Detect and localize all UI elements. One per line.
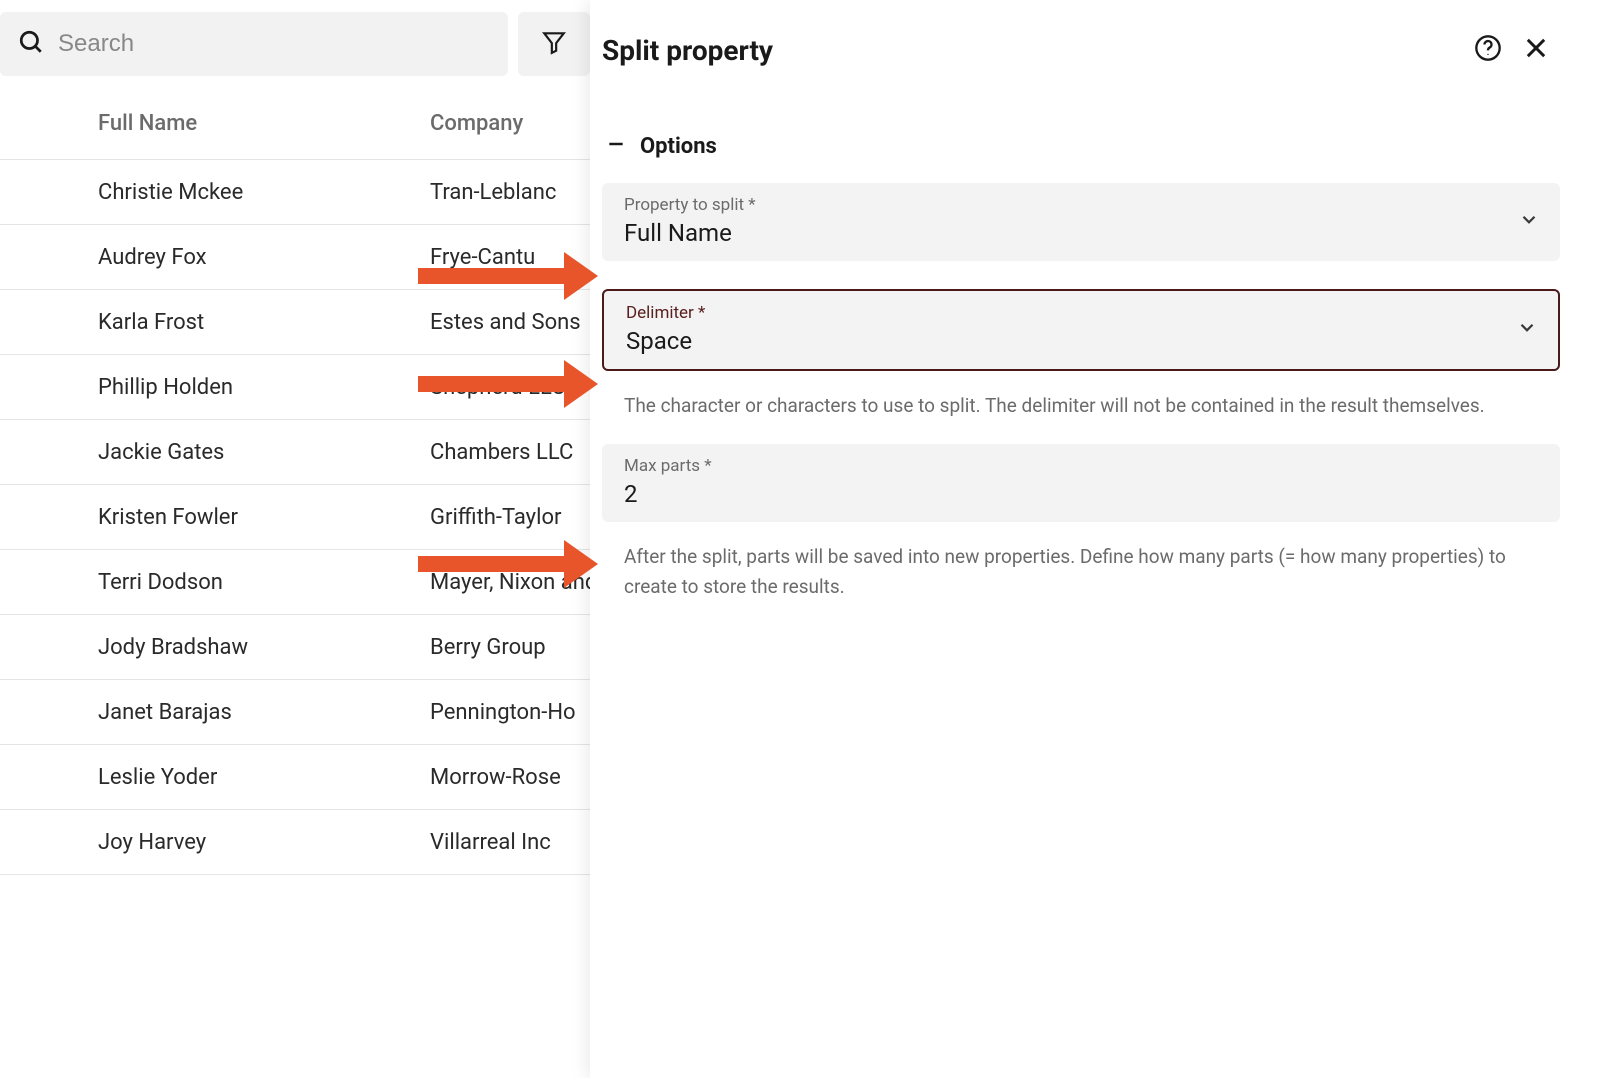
cell-company: Griffith-Taylor <box>430 505 590 530</box>
table-row[interactable]: Kristen FowlerGriffith-Taylor <box>0 485 590 550</box>
table-body: Christie MckeeTran-LeblancAudrey FoxFrye… <box>0 160 590 875</box>
cell-full-name: Kristen Fowler <box>98 505 430 530</box>
cell-company: Berry Group <box>430 635 590 660</box>
delimiter-field[interactable]: Delimiter * Space <box>602 289 1560 371</box>
panel-title: Split property <box>602 34 1464 67</box>
panel-header: Split property <box>602 0 1560 104</box>
search-box[interactable] <box>0 12 508 76</box>
cell-company: Frye-Cantu <box>430 245 590 270</box>
toolbar <box>0 0 590 88</box>
table-row[interactable]: Christie MckeeTran-Leblanc <box>0 160 590 225</box>
cell-company: Shepherd LLC <box>430 375 590 400</box>
property-to-split-field[interactable]: Property to split * Full Name <box>602 183 1560 261</box>
column-header-name[interactable]: Full Name <box>98 111 430 136</box>
max-parts-field[interactable]: Max parts * 2 <box>602 444 1560 522</box>
filter-icon <box>541 29 567 60</box>
cell-company: Estes and Sons <box>430 310 590 335</box>
property-label: Property to split * <box>624 195 1538 215</box>
side-panel: Split property Op <box>590 0 1600 1078</box>
max-parts-label: Max parts * <box>624 456 1538 476</box>
table-row[interactable]: Jackie GatesChambers LLC <box>0 420 590 485</box>
cell-company: Mayer, Nixon and <box>430 570 590 595</box>
data-table: Full Name Company Christie MckeeTran-Leb… <box>0 88 590 875</box>
search-icon <box>18 29 44 60</box>
cell-company: Pennington-Ho <box>430 700 590 725</box>
cell-company: Morrow-Rose <box>430 765 590 790</box>
cell-company: Chambers LLC <box>430 440 590 465</box>
cell-full-name: Jody Bradshaw <box>98 635 430 660</box>
cell-full-name: Jackie Gates <box>98 440 430 465</box>
max-parts-value: 2 <box>624 480 1538 508</box>
help-icon <box>1474 34 1502 67</box>
column-header-company[interactable]: Company <box>430 111 590 136</box>
cell-full-name: Terri Dodson <box>98 570 430 595</box>
chevron-down-icon <box>1516 317 1538 344</box>
table-header: Full Name Company <box>0 88 590 160</box>
cell-company: Tran-Leblanc <box>430 180 590 205</box>
max-parts-help: After the split, parts will be saved int… <box>602 534 1560 625</box>
help-button[interactable] <box>1464 26 1512 74</box>
table-row[interactable]: Joy HarveyVillarreal Inc <box>0 810 590 875</box>
delimiter-value: Space <box>626 327 1536 355</box>
collapse-icon <box>606 134 626 159</box>
delimiter-help: The character or characters to use to sp… <box>602 383 1560 444</box>
table-row[interactable]: Karla FrostEstes and Sons <box>0 290 590 355</box>
left-pane: Full Name Company Christie MckeeTran-Leb… <box>0 0 590 1078</box>
cell-full-name: Phillip Holden <box>98 375 430 400</box>
delimiter-label: Delimiter * <box>626 303 1536 323</box>
table-row[interactable]: Janet BarajasPennington-Ho <box>0 680 590 745</box>
cell-full-name: Audrey Fox <box>98 245 430 270</box>
section-header[interactable]: Options <box>602 104 1560 183</box>
property-value: Full Name <box>624 219 1538 247</box>
cell-full-name: Karla Frost <box>98 310 430 335</box>
close-button[interactable] <box>1512 26 1560 74</box>
cell-full-name: Leslie Yoder <box>98 765 430 790</box>
table-row[interactable]: Terri DodsonMayer, Nixon and <box>0 550 590 615</box>
filter-button[interactable] <box>518 12 590 76</box>
table-row[interactable]: Jody BradshawBerry Group <box>0 615 590 680</box>
cell-company: Villarreal Inc <box>430 830 590 855</box>
table-row[interactable]: Leslie YoderMorrow-Rose <box>0 745 590 810</box>
close-icon <box>1522 34 1550 67</box>
table-row[interactable]: Phillip HoldenShepherd LLC <box>0 355 590 420</box>
cell-full-name: Joy Harvey <box>98 830 430 855</box>
cell-full-name: Janet Barajas <box>98 700 430 725</box>
chevron-down-icon <box>1518 209 1540 236</box>
table-row[interactable]: Audrey FoxFrye-Cantu <box>0 225 590 290</box>
section-title: Options <box>640 134 717 159</box>
search-input[interactable] <box>58 30 490 58</box>
cell-full-name: Christie Mckee <box>98 180 430 205</box>
